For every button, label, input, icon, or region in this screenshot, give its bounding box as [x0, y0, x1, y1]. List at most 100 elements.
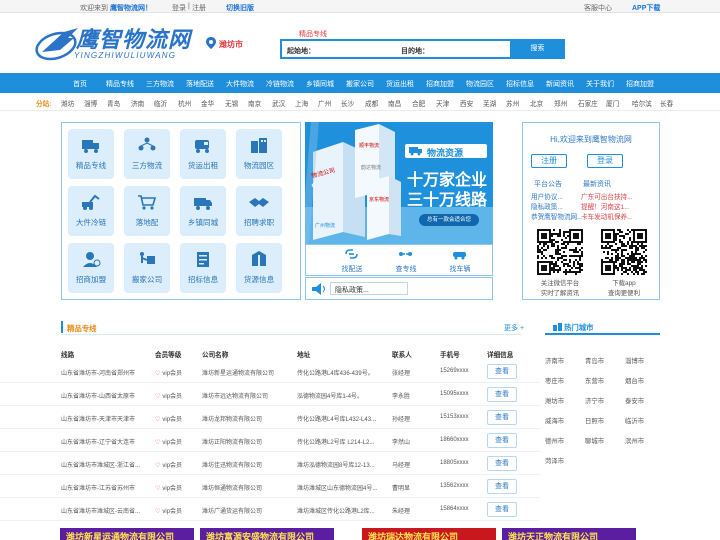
table-cell[interactable]: 潍坊正阳物流有限公司 [202, 437, 262, 446]
hot-city-link[interactable]: 烟台市 [625, 376, 644, 385]
site-link[interactable]: 鹰智物流网！ [110, 3, 152, 13]
nav-item[interactable]: 落地配送 [186, 79, 214, 89]
nav-item[interactable]: 三方物流 [146, 79, 174, 89]
hot-city-link[interactable]: 潍坊市 [545, 396, 564, 405]
nav-item[interactable]: 物流园区 [466, 79, 494, 89]
service-tile[interactable]: 三方物流 [124, 129, 170, 179]
service-tile[interactable]: 货运出租 [180, 129, 226, 179]
service-center-link[interactable]: 客服中心 [584, 3, 612, 13]
city-link[interactable]: 青岛 [107, 98, 120, 108]
hot-city-link[interactable]: 济南市 [545, 356, 564, 365]
hot-city-link[interactable]: 青岛市 [585, 356, 604, 365]
hot-city-link[interactable]: 日照市 [585, 416, 604, 425]
nav-item[interactable]: 搬家公司 [346, 79, 374, 89]
service-tile[interactable]: 落地配 [124, 186, 170, 236]
city-link[interactable]: 郑州 [554, 98, 567, 108]
banner-prev-arrow[interactable]: ‹ [311, 176, 316, 192]
notice-item[interactable]: 隐私政策... [531, 201, 563, 211]
city-link[interactable]: 南昌 [388, 98, 401, 108]
notice-title[interactable]: 平台公告 [534, 179, 562, 189]
view-button[interactable]: 查看 [487, 433, 517, 448]
latest-item[interactable]: 提醒！河南这1... [581, 201, 630, 211]
service-tile[interactable]: 招标信息 [180, 243, 226, 293]
table-cell[interactable]: 潍坊市远达物流有限公司 [202, 391, 268, 400]
promo-banner[interactable]: 潍坊富源安盛物流有限公司 [200, 528, 334, 540]
banner-next-arrow[interactable]: › [479, 176, 484, 192]
promo-banner[interactable]: 潍坊天正物流有限公司 [502, 528, 636, 540]
nav-item[interactable]: 货运出租 [386, 79, 414, 89]
nav-item[interactable]: 精品专线 [106, 79, 134, 89]
nav-item[interactable]: 招商加盟 [626, 79, 654, 89]
latest-title[interactable]: 最新资讯 [583, 179, 611, 189]
latest-item[interactable]: 广东可出台扶持... [581, 191, 633, 201]
from-input[interactable] [318, 43, 388, 56]
nav-item[interactable]: 招标信息 [506, 79, 534, 89]
location-picker[interactable]: 潍坊市 [206, 37, 256, 51]
nav-item[interactable]: 首页 [73, 79, 87, 89]
switch-old-link[interactable]: 切换旧版 [226, 3, 254, 13]
nav-item[interactable]: 招商加盟 [426, 79, 454, 89]
service-tile[interactable]: 货源信息 [236, 243, 282, 293]
nav-item[interactable]: 乡镇同城 [306, 79, 334, 89]
nav-item[interactable]: 冷链物流 [266, 79, 294, 89]
quick-link[interactable]: 找配送 [332, 248, 372, 274]
logo[interactable]: 鹰智物流网 YINGZHIWULIUWANG [34, 20, 194, 66]
notice-item[interactable]: 恭贺鹰智物流网... [531, 211, 583, 221]
city-link[interactable]: 杭州 [178, 98, 191, 108]
city-link[interactable]: 潍坊 [61, 98, 74, 108]
table-cell[interactable]: 潍坊龙邦物流有限公司 [202, 414, 262, 423]
notice-item[interactable]: 用户协议... [531, 191, 563, 201]
promo-banner[interactable]: 潍坊瑞达物流有限公司 [362, 528, 496, 540]
view-button[interactable]: 查看 [487, 387, 517, 402]
app-download-link[interactable]: APP下载 [632, 3, 660, 13]
city-link[interactable]: 广州 [318, 98, 331, 108]
latest-item[interactable]: 卡车发动机保养... [581, 211, 633, 221]
table-cell[interactable]: 潍坊广通货运有限公司 [202, 506, 262, 515]
view-button[interactable]: 查看 [487, 479, 517, 494]
city-link[interactable]: 石家庄 [578, 98, 598, 108]
hot-city-link[interactable]: 东营市 [585, 376, 604, 385]
service-tile[interactable]: 大件冷链 [68, 186, 114, 236]
city-link[interactable]: 南京 [248, 98, 261, 108]
city-link[interactable]: 成都 [365, 98, 378, 108]
city-link[interactable]: 上海 [295, 98, 308, 108]
service-tile[interactable]: 乡镇同城 [180, 186, 226, 236]
city-link[interactable]: 合肥 [412, 98, 425, 108]
hot-city-link[interactable]: 聊城市 [585, 436, 604, 445]
login-link[interactable]: 登录 [172, 3, 186, 13]
register-button[interactable]: 注册 [531, 154, 567, 168]
city-link[interactable]: 淄博 [84, 98, 97, 108]
hot-city-link[interactable]: 枣庄市 [545, 376, 564, 385]
hot-city-link[interactable]: 滨州市 [625, 436, 644, 445]
table-cell[interactable]: 潍坊新星运通物流有限公司 [202, 368, 274, 377]
city-link[interactable]: 长春 [660, 98, 673, 108]
nav-item[interactable]: 大件物流 [226, 79, 254, 89]
notice-box[interactable]: 隐私政策... [330, 282, 408, 295]
nav-item[interactable]: 新闻资讯 [546, 79, 574, 89]
city-link[interactable]: 芜湖 [483, 98, 496, 108]
hot-city-link[interactable]: 威海市 [545, 416, 564, 425]
service-tile[interactable]: 招聘求职 [236, 186, 282, 236]
table-cell[interactable]: 潍坊佳迅物流有限公司 [202, 460, 262, 469]
view-button[interactable]: 查看 [487, 364, 517, 379]
service-tile[interactable]: 精品专线 [68, 129, 114, 179]
city-link[interactable]: 苏州 [506, 98, 519, 108]
city-link[interactable]: 厦门 [606, 98, 619, 108]
city-link[interactable]: 长沙 [341, 98, 354, 108]
view-button[interactable]: 查看 [487, 456, 517, 471]
register-link[interactable]: 注册 [192, 3, 206, 13]
banner-carousel[interactable]: 物流公司 顺丰物流 韵达物流 京东物流 广州物流 物流资源 十万家企业 三十万线… [305, 122, 493, 244]
quick-link[interactable]: 找车辆 [440, 248, 480, 274]
city-link[interactable]: 哈尔滨 [632, 98, 652, 108]
city-link[interactable]: 无锡 [225, 98, 238, 108]
hot-city-link[interactable]: 临沂市 [625, 416, 644, 425]
city-link[interactable]: 西安 [460, 98, 473, 108]
city-link[interactable]: 天津 [436, 98, 449, 108]
view-button[interactable]: 查看 [487, 410, 517, 425]
hot-city-link[interactable]: 泰安市 [625, 396, 644, 405]
city-link[interactable]: 武汉 [272, 98, 285, 108]
hot-city-link[interactable]: 德州市 [545, 436, 564, 445]
table-cell[interactable]: 潍坊恒通物流有限公司 [202, 483, 262, 492]
service-tile[interactable]: 搬家公司 [124, 243, 170, 293]
login-button[interactable]: 登录 [587, 154, 623, 168]
